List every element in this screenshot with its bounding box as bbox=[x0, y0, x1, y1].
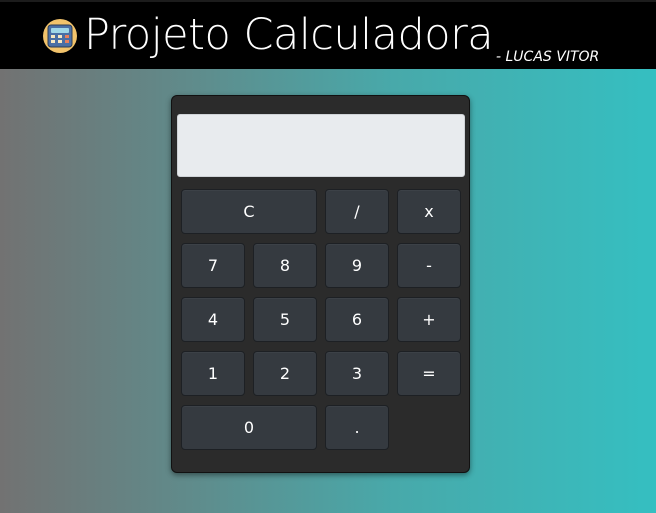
digit-8-button[interactable]: 8 bbox=[253, 243, 317, 288]
digit-9-button[interactable]: 9 bbox=[325, 243, 389, 288]
digit-7-button[interactable]: 7 bbox=[181, 243, 245, 288]
digit-4-button[interactable]: 4 bbox=[181, 297, 245, 342]
calculator-icon bbox=[43, 19, 77, 53]
digit-5-button[interactable]: 5 bbox=[253, 297, 317, 342]
multiply-button[interactable]: x bbox=[397, 189, 461, 234]
page-title: Projeto Calculadora bbox=[84, 10, 494, 60]
digit-0-button[interactable]: 0 bbox=[181, 405, 317, 450]
calculator-panel: C / x 7 8 9 - 4 5 6 + 1 2 3 = 0 . bbox=[171, 95, 470, 473]
minus-button[interactable]: - bbox=[397, 243, 461, 288]
digit-1-button[interactable]: 1 bbox=[181, 351, 245, 396]
digit-2-button[interactable]: 2 bbox=[253, 351, 317, 396]
calculator-display[interactable] bbox=[177, 114, 465, 177]
author-subtitle: - LUCAS VITOR bbox=[496, 49, 600, 65]
app-header: Projeto Calculadora - LUCAS VITOR bbox=[0, 0, 656, 69]
digit-6-button[interactable]: 6 bbox=[325, 297, 389, 342]
divide-button[interactable]: / bbox=[325, 189, 389, 234]
clear-button[interactable]: C bbox=[181, 189, 317, 234]
digit-3-button[interactable]: 3 bbox=[325, 351, 389, 396]
plus-button[interactable]: + bbox=[397, 297, 461, 342]
equals-button[interactable]: = bbox=[397, 351, 461, 396]
decimal-point-button[interactable]: . bbox=[325, 405, 389, 450]
